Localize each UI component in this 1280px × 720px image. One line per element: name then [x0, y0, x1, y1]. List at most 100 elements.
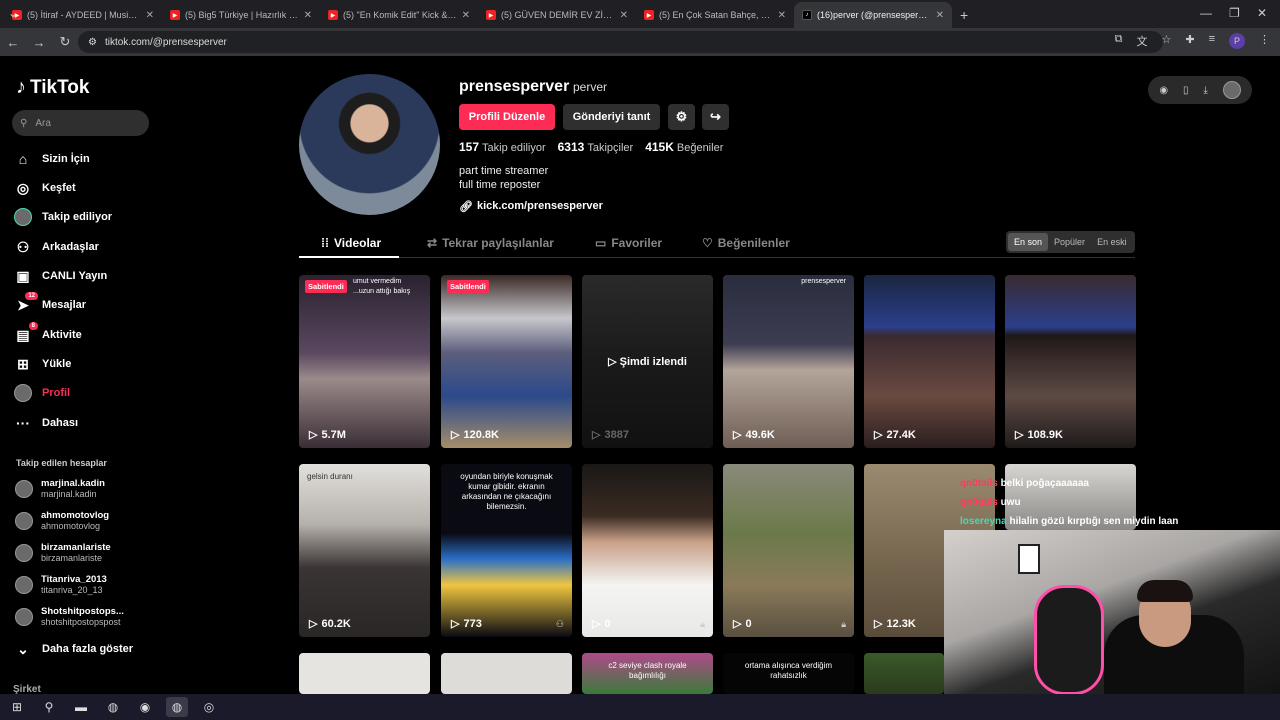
followed-account[interactable]: Titanriva_2013 titanriva_20_13	[15, 574, 107, 596]
sort-oldest[interactable]: En eski	[1091, 233, 1133, 251]
video-card[interactable]	[864, 653, 944, 694]
browser-tab[interactable]: ▶(5) İtiraf - AYDEED | Music Video✕	[4, 2, 162, 28]
avatar[interactable]	[1222, 81, 1241, 99]
nav-for-you[interactable]: ⌂ Sizin İçin	[14, 150, 90, 168]
restore-icon[interactable]: ❐	[1229, 6, 1240, 20]
menu-icon[interactable]: ⋮	[1259, 33, 1270, 49]
browser-tab[interactable]: ▶(5) GÜVEN DEMİR EV ZİYARETİ✕	[478, 2, 636, 28]
friends-only-icon: ⚇	[555, 619, 564, 629]
sidebar: ♪ TikTok ⚲ Ara ⌂ Sizin İçin ◎ Keşfet Takip e…	[0, 58, 170, 695]
tab-search-icon[interactable]: ⌄	[8, 6, 18, 20]
likes-stat: 415K Beğeniler	[645, 140, 724, 154]
close-icon[interactable]: ✕	[778, 10, 786, 21]
window-close-icon[interactable]: ✕	[1257, 6, 1267, 20]
back-icon[interactable]: ←	[0, 35, 26, 50]
tab-liked[interactable]: ♡ Beğenilenler	[702, 236, 790, 250]
taskbar: ⊞ ⚲ ▬ ◍ ◉ ◍ ◎	[0, 694, 1280, 720]
video-card[interactable]: ▷ Şimdi izlendi ▷ 3887	[582, 275, 713, 448]
settings-gear-icon[interactable]: ⚙	[668, 104, 695, 130]
translate-icon[interactable]: 文	[1136, 33, 1147, 49]
video-card[interactable]	[441, 653, 572, 694]
messages-icon: ➤ 12	[14, 292, 38, 314]
followed-account[interactable]: marjinal.kadin marjinal.kadin	[15, 478, 105, 500]
close-icon[interactable]: ✕	[620, 10, 628, 21]
download-icon[interactable]: ⤓	[1203, 85, 1207, 96]
minimize-icon[interactable]: —	[1200, 6, 1212, 20]
chat-message: losereyna hilalin gözü kırptığı sen miyd…	[960, 516, 1179, 527]
video-card[interactable]: gelsin duranı ▷ 60.2K	[299, 464, 430, 637]
url-input[interactable]: ⚙ tiktok.com/@prensesperver	[78, 31, 1163, 53]
file-explorer-icon[interactable]: ▬	[70, 697, 92, 717]
nav-upload[interactable]: ⊞ Yükle	[14, 355, 71, 373]
edit-profile-button[interactable]: Profili Düzenle	[459, 104, 555, 130]
video-card[interactable]: ▷ 0 🔒︎	[723, 464, 854, 637]
media-controls-icon[interactable]: ≡	[1209, 33, 1215, 49]
close-icon[interactable]: ✕	[304, 10, 312, 21]
chrome-icon[interactable]: ◍	[102, 697, 124, 717]
nav-more[interactable]: ··· Dahası	[14, 414, 78, 432]
video-card[interactable]	[299, 653, 430, 694]
extensions-icon[interactable]: ✚	[1185, 33, 1194, 49]
followed-account[interactable]: birzamanlariste birzamanlariste	[15, 542, 111, 564]
reload-icon[interactable]: ↻	[52, 34, 78, 50]
tab-videos[interactable]: ⁞⁞ Videolar	[321, 236, 381, 250]
tab-reposts[interactable]: ⇄ Tekrar paylaşılanlar	[427, 236, 554, 250]
browser-tab-active[interactable]: ♪(16)perver (@prensesperver) | TikTok✕	[794, 2, 952, 28]
profile-avatar[interactable]	[299, 74, 440, 215]
sort-latest[interactable]: En son	[1008, 233, 1049, 251]
play-icon: ▷	[309, 429, 318, 441]
install-app-icon[interactable]: ⧉	[1115, 33, 1123, 49]
bookmark-star-icon[interactable]: ☆	[1161, 33, 1171, 49]
search-icon[interactable]: ⚲	[38, 697, 60, 717]
video-card[interactable]: ▷ 0 🔒︎	[582, 464, 713, 637]
nav-profile[interactable]: Profil	[14, 384, 70, 402]
share-icon[interactable]: ↪	[702, 104, 729, 130]
youtube-icon: ▶	[486, 10, 496, 20]
discord-icon[interactable]: ◉	[134, 697, 156, 717]
site-info-icon[interactable]: ⚙	[88, 37, 97, 48]
video-card[interactable]: ▷ 27.4K	[864, 275, 995, 448]
bookmark-icon: ▭	[595, 236, 607, 250]
video-card[interactable]: Sabitlendi umut vermedim ...uzun attığı …	[299, 275, 430, 448]
nav-explore[interactable]: ◎ Keşfet	[14, 179, 76, 197]
followed-account[interactable]: ahmomotovlog ahmomotovlog	[15, 510, 109, 532]
avatar	[15, 576, 33, 594]
close-icon[interactable]: ✕	[936, 10, 944, 21]
show-more-button[interactable]: ⌄ Daha fazla göster	[14, 640, 133, 658]
nav-messages[interactable]: ➤ 12 Mesajlar	[14, 292, 86, 314]
search-input[interactable]: ⚲ Ara	[12, 110, 149, 136]
forward-icon[interactable]: →	[26, 35, 52, 50]
chrome-active-icon[interactable]: ◍	[166, 697, 188, 717]
chat-message: qn0tails belki poğaçaaaaaa	[960, 478, 1089, 489]
profile-avatar-icon	[14, 384, 32, 402]
windows-start-icon[interactable]: ⊞	[6, 697, 28, 717]
nav-live[interactable]: ▣ CANLI Yayın	[14, 267, 107, 285]
video-card[interactable]: ▷ 108.9K	[1005, 275, 1136, 448]
video-card[interactable]: Sabitlendi ▷ 120.8K	[441, 275, 572, 448]
profile-avatar[interactable]: P	[1229, 33, 1245, 49]
close-icon[interactable]: ✕	[462, 10, 470, 21]
video-card[interactable]: oyundan biriyle konuşmak kumar gibidir. …	[441, 464, 572, 637]
nav-friends[interactable]: ⚇ Arkadaşlar	[14, 238, 99, 256]
nav-activity[interactable]: ▤ 8 Aktivite	[14, 322, 82, 344]
followed-account[interactable]: Shotshitpostops... shotshitpostopspost	[15, 606, 124, 628]
mobile-app-icon[interactable]: ▯	[1183, 85, 1189, 96]
sort-popular[interactable]: Popüler	[1048, 233, 1091, 251]
following-stat[interactable]: 157 Takip ediliyor	[459, 140, 546, 154]
video-card[interactable]: ortama alışınca verdiğim rahatsızlık	[723, 653, 854, 694]
obs-icon[interactable]: ◎	[198, 697, 220, 717]
browser-tab[interactable]: ▶(5) En Çok Satan Bahçe, Balkon✕	[636, 2, 794, 28]
close-icon[interactable]: ✕	[146, 10, 154, 21]
coin-icon[interactable]: ◉	[1159, 85, 1168, 96]
browser-tab[interactable]: ▶(5) Big5 Türkiye | Hazırlık Sezonu✕	[162, 2, 320, 28]
video-card[interactable]: prensesperver ▷ 49.6K	[723, 275, 854, 448]
tiktok-logo[interactable]: ♪ TikTok	[16, 76, 89, 99]
followers-stat[interactable]: 6313 Takipçiler	[558, 140, 634, 154]
nav-following[interactable]: Takip ediliyor	[14, 208, 112, 226]
promote-post-button[interactable]: Gönderiyi tanıt	[563, 104, 660, 130]
browser-tab[interactable]: ▶(5) "En Komik Edit" Kick & Twitch✕	[320, 2, 478, 28]
new-tab-button[interactable]: +	[952, 2, 976, 28]
video-card[interactable]: c2 seviye clash royale bağımlılığı	[582, 653, 713, 694]
tab-favorites[interactable]: ▭ Favoriler	[595, 236, 662, 250]
profile-link[interactable]: 🔗︎ kick.com/prensesperver	[459, 200, 603, 213]
